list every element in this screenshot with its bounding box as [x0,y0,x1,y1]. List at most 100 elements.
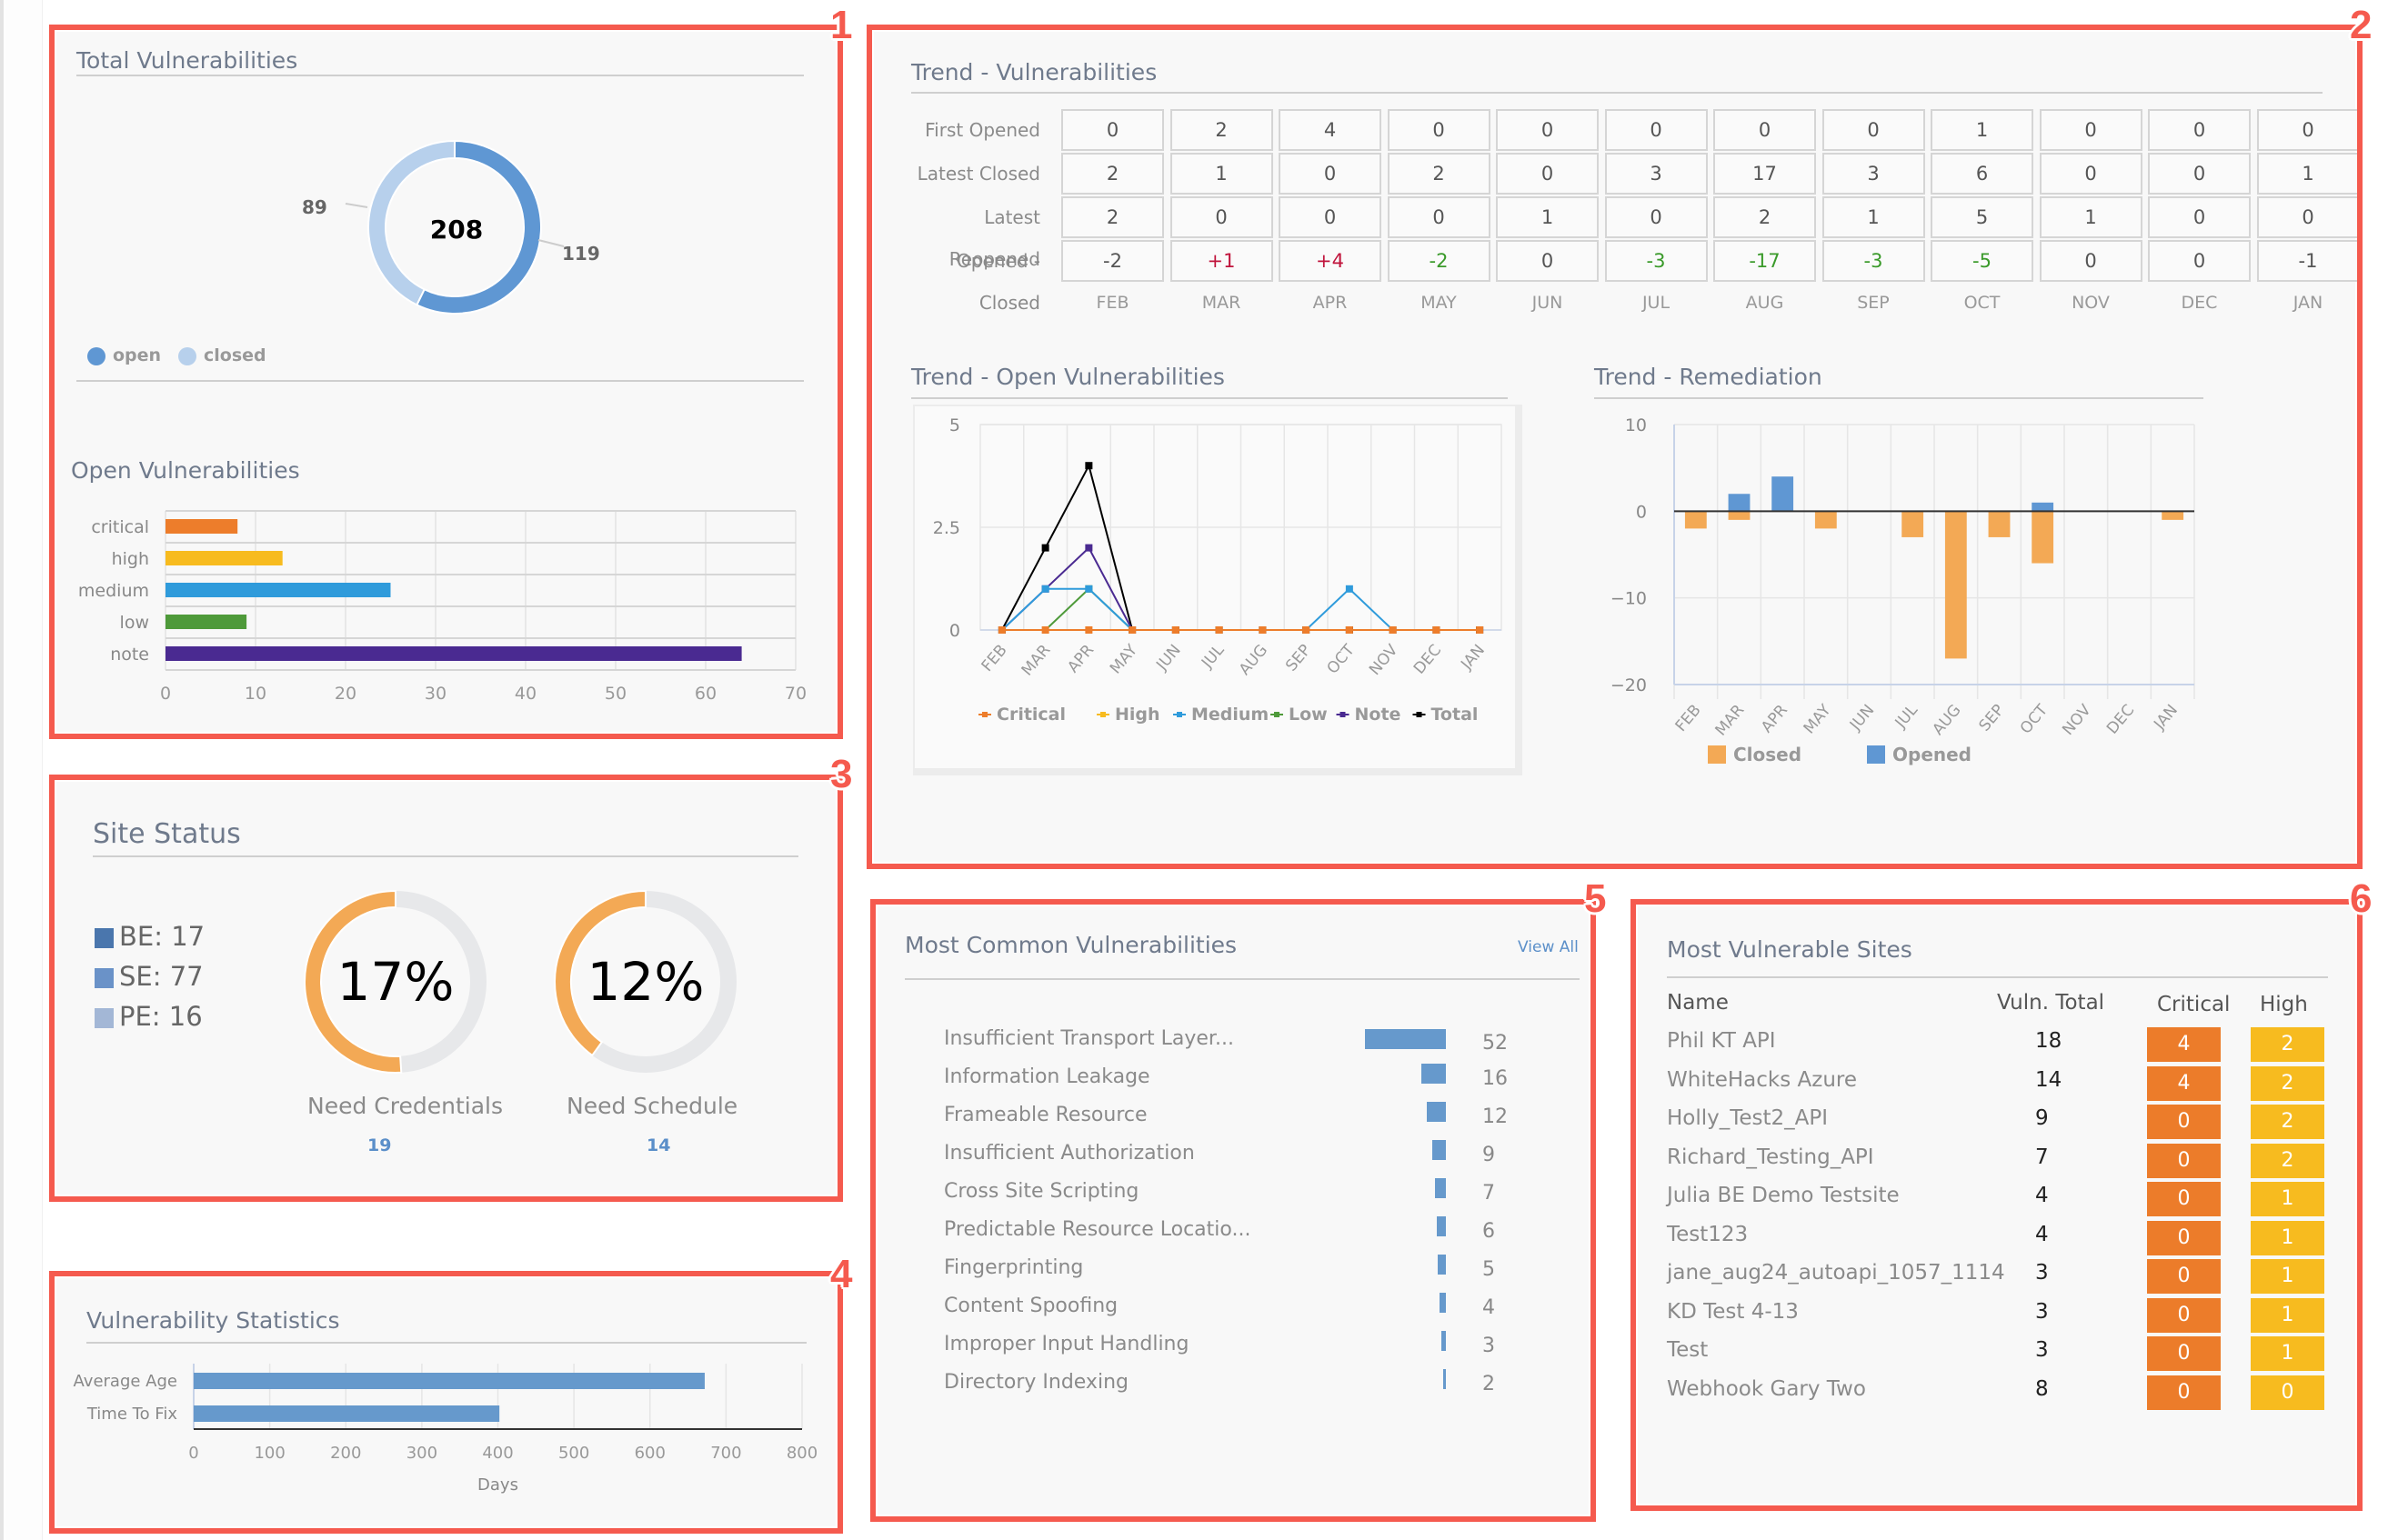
critical-count-badge: 4 [2147,1065,2221,1101]
table-cell: 0 [1387,109,1490,151]
count-bar [1436,1216,1446,1236]
list-item[interactable]: Frameable Resource 12 [909,1102,1582,1140]
sidebar-gutter [5,0,43,1540]
x-tick-label: SEP [1282,641,1315,675]
list-item[interactable]: Predictable Resource Locatio... 6 [909,1216,1582,1255]
critical-count-badge: 0 [2147,1297,2221,1333]
table-cell: 0 [1279,153,1381,195]
y-tick-label: medium [78,581,149,601]
site-name: Test [1667,1338,1709,1362]
open-vulnerabilities-title: Open Vulnerabilities [71,457,300,484]
table-row[interactable]: Test 3 0 1 [1667,1336,2340,1373]
vuln-total: 7 [2035,1145,2049,1169]
table-row[interactable]: Phil KT API 18 4 2 [1667,1027,2340,1064]
x-tick-label: APR [1064,641,1098,676]
table-cell: -17 [1713,240,1816,282]
y-tick-label: 0 [949,621,960,641]
bar-note [166,646,742,661]
table-row[interactable]: KD Test 4-13 3 0 1 [1667,1297,2340,1335]
point-critical [1389,626,1397,634]
table-cell: 0 [1821,109,1925,151]
legend-label-total: Total [1431,705,1479,725]
list-item[interactable]: Content Spoofing 4 [909,1293,1582,1331]
list-item[interactable]: Insufficient Transport Layer... 52 [909,1027,1582,1064]
x-tick-label: 400 [482,1444,513,1463]
table-cell: 0 [1496,240,1599,282]
month-label: APR [1312,293,1348,313]
point-note [1085,544,1093,552]
bar-critical [166,519,238,534]
vulnerability-count: 52 [1482,1032,1508,1055]
bar-closed-may [1814,511,1837,529]
pe-swatch [95,1008,114,1028]
table-cell: 0 [2256,196,2360,238]
y-tick-label: Average Age [74,1372,177,1391]
table-row[interactable]: jane_aug24_autoapi_1057_1114 3 0 1 [1667,1259,2340,1295]
vuln-total: 14 [2035,1067,2062,1092]
list-item[interactable]: Improper Input Handling 3 [909,1331,1582,1369]
x-tick-label: 200 [330,1444,361,1463]
table-cell: 3 [1604,153,1708,195]
col-header-high: High [2260,993,2308,1016]
vulnerability-count: 3 [1482,1335,1495,1357]
vulnerability-name: Cross Site Scripting [944,1180,1139,1203]
count-bar [1365,1029,1446,1049]
vulnerability-name: Improper Input Handling [944,1333,1189,1355]
month-label: MAR [1201,293,1241,313]
table-cell: 5 [1931,196,2033,238]
x-tick-label: AUG [1236,641,1271,678]
list-item[interactable]: Fingerprinting 5 [909,1255,1582,1293]
vulnerability-name: Content Spoofing [944,1295,1119,1317]
list-item[interactable]: Information Leakage 16 [909,1064,1582,1102]
table-cell: 0 [2039,153,2142,195]
view-all-link[interactable]: View All [1518,938,1579,956]
trend-remediation-title: Trend - Remediation [1594,364,1822,390]
x-tick-label: MAR [1712,701,1749,739]
table-cell: 17 [1713,153,1816,195]
bar-closed-jul [1901,511,1924,537]
vulnerability-count: 9 [1482,1144,1495,1166]
se-swatch [95,968,114,988]
table-cell: 6 [1931,153,2033,195]
x-tick-label: APR [1758,701,1791,736]
table-row[interactable]: Richard_Testing_API 7 0 2 [1667,1143,2340,1180]
list-item[interactable]: Insufficient Authorization 9 [909,1140,1582,1178]
list-item[interactable]: Cross Site Scripting 7 [909,1178,1582,1216]
y-tick-label: 2.5 [933,518,960,538]
y-tick-label: −10 [1610,589,1647,609]
x-tick-label: JUL [1891,701,1922,733]
month-label: MAY [1420,293,1457,313]
x-tick-label: 30 [425,684,446,704]
vulnerability-count: 6 [1482,1220,1495,1243]
table-row[interactable]: Julia BE Demo Testsite 4 0 1 [1667,1182,2340,1218]
list-item[interactable]: Directory Indexing 2 [909,1369,1582,1407]
bar-high [166,551,283,565]
divider [1667,976,2328,978]
point-critical [1259,626,1267,634]
x-tick-label: MAY [1801,701,1835,737]
table-row[interactable]: Webhook Gary Two 8 0 0 [1667,1375,2340,1412]
need-credentials-count-link[interactable]: 19 [367,1135,391,1155]
x-tick-label: 700 [710,1444,741,1463]
legend-marker-critical [982,712,988,717]
month-label: OCT [1963,293,2001,313]
y-tick-label: 5 [949,415,960,435]
table-row[interactable]: Test123 4 0 1 [1667,1220,2340,1257]
site-status-title: Site Status [93,818,241,850]
table-row[interactable]: Holly_Test2_API 9 0 2 [1667,1105,2340,1141]
be-label: BE: 17 [119,921,206,952]
vuln-total: 4 [2035,1184,2049,1207]
need-schedule-count-link[interactable]: 14 [647,1135,670,1155]
table-row[interactable]: WhiteHacks Azure 14 4 2 [1667,1065,2340,1103]
site-name: Holly_Test2_API [1667,1106,1829,1130]
count-bar [1440,1331,1446,1351]
point-total [1085,462,1093,470]
donut-center-total: 208 [430,215,483,245]
trend-open-chart: 0 2.5 5 FEB MAR APR MAY JUN JUL AUG SEP OCT NOV DEC JA… [933,415,1502,725]
count-bar [1440,1293,1446,1313]
high-count-badge: 2 [2251,1027,2324,1062]
site-name: WhiteHacks Azure [1667,1067,1858,1092]
trend-vulnerabilities-title: Trend - Vulnerabilities [911,59,1158,85]
x-tick-label: 800 [787,1444,818,1463]
bar-medium [166,583,391,597]
